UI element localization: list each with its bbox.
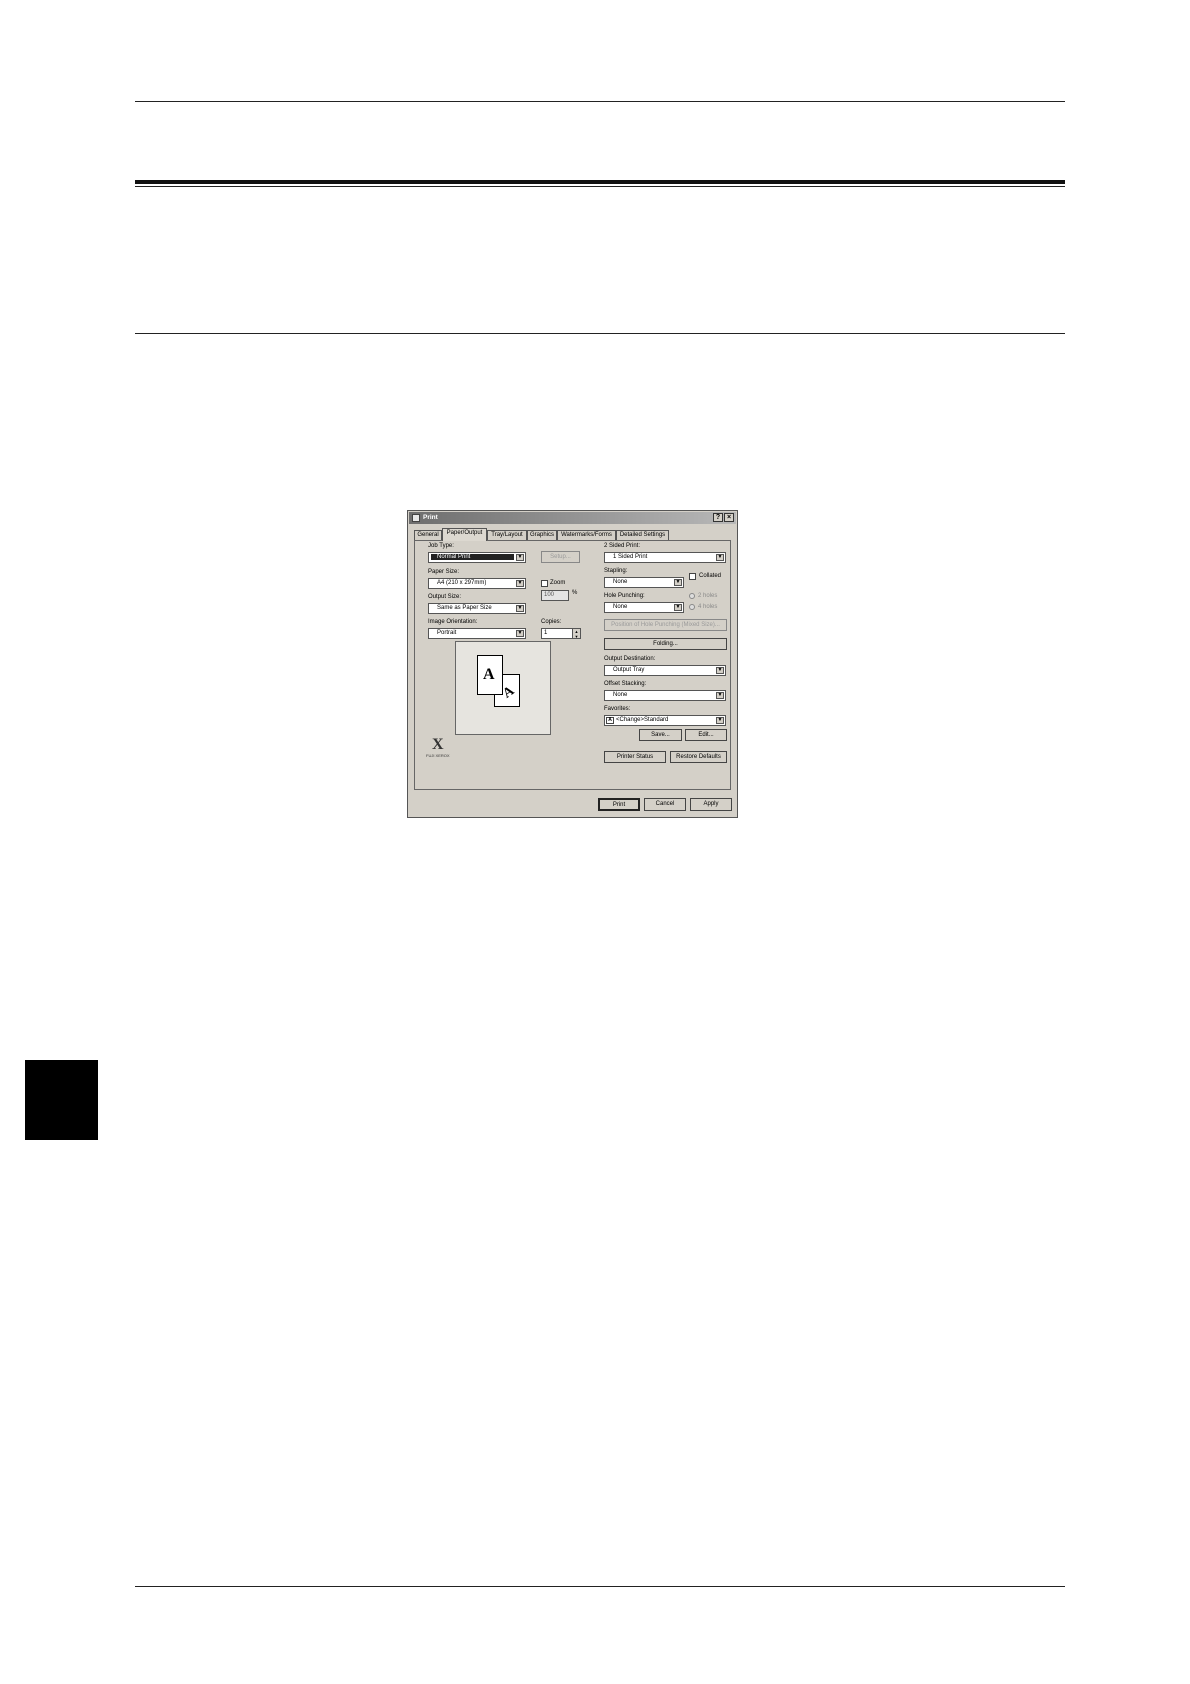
page-preview: A A — [455, 641, 551, 735]
output-size-label: Output Size: — [428, 594, 462, 600]
fuji-xerox-logo: X — [432, 736, 444, 753]
paper-size-select[interactable]: A4 (210 x 297mm) ▼ — [428, 578, 526, 589]
cancel-button[interactable]: Cancel — [644, 798, 686, 811]
dialog-title: Print — [423, 514, 438, 521]
favorites-icon: A — [606, 717, 614, 724]
chevron-down-icon: ▼ — [716, 667, 724, 674]
stapling-label: Stapling: — [604, 568, 628, 574]
hole-punching-label: Hole Punching: — [604, 593, 645, 599]
job-type-label: Job Type: — [428, 543, 454, 549]
output-size-select[interactable]: Same as Paper Size ▼ — [428, 603, 526, 614]
chevron-down-icon: ▼ — [674, 579, 682, 586]
section-rule-thick — [135, 180, 1065, 184]
chevron-down-icon: ▼ — [716, 717, 724, 724]
chevron-down-icon: ▼ — [516, 605, 524, 612]
tab-watermarks-forms[interactable]: Watermarks/Forms — [557, 530, 616, 540]
orientation-select[interactable]: Portrait ▼ — [428, 628, 526, 639]
copies-label: Copies: — [541, 619, 562, 625]
two-sided-select[interactable]: 1 Sided Print ▼ — [604, 552, 726, 563]
tab-tray-layout[interactable]: Tray/Layout — [487, 530, 527, 540]
chevron-down-icon: ▼ — [516, 554, 524, 561]
logo-text: FUJI XEROX — [426, 753, 450, 758]
offset-stacking-label: Offset Stacking: — [604, 681, 647, 687]
folding-button[interactable]: Folding... — [604, 638, 727, 650]
favorites-select[interactable]: A <Change>Standard ▼ — [604, 715, 726, 726]
holes-2-label: 2 holes — [698, 593, 718, 599]
hole-punching-select[interactable]: None ▼ — [604, 602, 684, 613]
favorites-label: Favorites: — [604, 706, 631, 712]
apply-button[interactable]: Apply — [690, 798, 732, 811]
copies-input[interactable]: 1 — [541, 628, 573, 639]
tab-general[interactable]: General — [414, 530, 442, 540]
edit-button[interactable]: Edit... — [685, 729, 727, 741]
holes-4-label: 4 holes — [698, 604, 718, 610]
section-rule-thin — [135, 186, 1065, 187]
hole-position-button[interactable]: Position of Hole Punching (Mixed Size)..… — [604, 619, 727, 631]
orientation-label: Image Orientation: — [428, 619, 478, 625]
zoom-label: Zoom — [550, 580, 566, 586]
job-type-select[interactable]: Normal Print ▼ — [428, 552, 526, 563]
preview-front-letter: A — [483, 666, 495, 683]
output-destination-select[interactable]: Output Tray ▼ — [604, 665, 726, 676]
collated-label: Collated — [699, 573, 722, 579]
subsection-rule — [135, 333, 1065, 334]
preview-front-page: A — [477, 655, 503, 695]
tab-paper-output[interactable]: Paper/Output — [442, 528, 487, 541]
holes-2-radio[interactable] — [689, 593, 695, 599]
paper-size-label: Paper Size: — [428, 569, 460, 575]
chevron-down-icon: ▼ — [674, 604, 682, 611]
chapter-thumb-tab — [25, 1060, 98, 1140]
offset-stacking-select[interactable]: None ▼ — [604, 690, 726, 701]
save-button[interactable]: Save... — [639, 729, 682, 741]
printer-icon — [412, 514, 420, 522]
chevron-down-icon: ▼ — [516, 580, 524, 587]
dialog-titlebar: Print ? × — [409, 512, 736, 524]
collated-checkbox[interactable] — [689, 573, 696, 580]
footer-rule — [135, 1586, 1065, 1587]
paper-output-panel: Job Type: Normal Print ▼ Setup... Paper … — [414, 540, 731, 790]
tab-detailed-settings[interactable]: Detailed Settings — [616, 530, 669, 540]
stapling-select[interactable]: None ▼ — [604, 577, 684, 588]
chevron-down-icon: ▼ — [516, 630, 524, 637]
close-button[interactable]: × — [724, 513, 734, 522]
output-destination-label: Output Destination: — [604, 656, 656, 662]
spin-down-icon[interactable]: ▼ — [573, 634, 580, 639]
header-rule — [135, 101, 1065, 102]
tab-graphics[interactable]: Graphics — [527, 530, 557, 540]
print-button[interactable]: Print — [598, 798, 640, 811]
chevron-down-icon: ▼ — [716, 554, 724, 561]
zoom-input[interactable]: 100 — [541, 590, 569, 601]
two-sided-label: 2 Sided Print: — [604, 543, 641, 549]
holes-4-radio[interactable] — [689, 604, 695, 610]
help-button[interactable]: ? — [713, 513, 723, 522]
chevron-down-icon: ▼ — [716, 692, 724, 699]
zoom-checkbox[interactable] — [541, 580, 548, 587]
print-dialog: Print ? × General Paper/Output Tray/Layo… — [407, 510, 738, 818]
restore-defaults-button[interactable]: Restore Defaults — [670, 751, 727, 763]
zoom-unit: % — [572, 590, 578, 596]
copies-stepper[interactable]: ▲ ▼ — [572, 628, 581, 639]
setup-button[interactable]: Setup... — [541, 551, 580, 563]
printer-status-button[interactable]: Printer Status — [604, 751, 666, 763]
